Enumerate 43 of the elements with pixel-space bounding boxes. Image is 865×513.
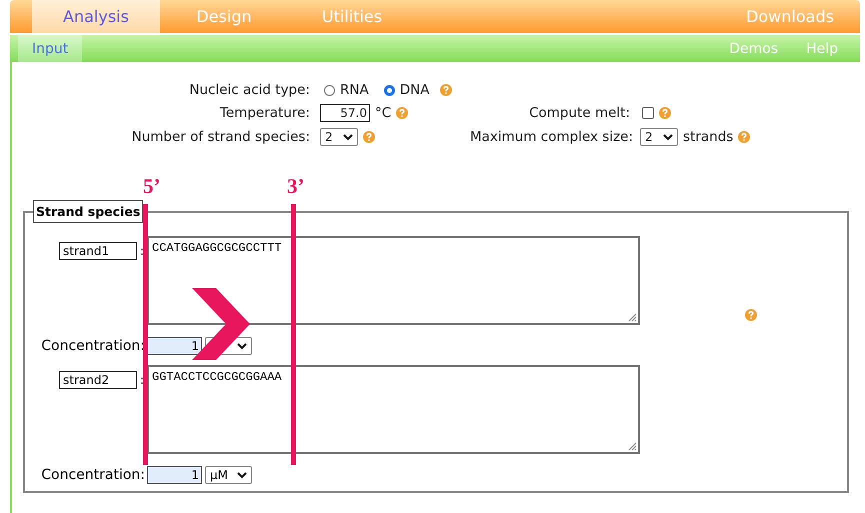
help-icon[interactable] <box>440 84 452 96</box>
strand-name-field[interactable]: strand1 <box>59 242 137 260</box>
radio-label: RNA <box>340 82 369 98</box>
field-label: Maximum complex size: <box>470 129 630 145</box>
checkbox[interactable] <box>642 107 654 119</box>
resize-grip-icon[interactable] <box>628 442 637 451</box>
field-label: Nucleic acid type: <box>188 82 310 98</box>
annotation-label: 3’ <box>287 174 304 199</box>
caret-icon <box>237 472 247 478</box>
unit-label: strands <box>683 129 734 145</box>
caret-icon <box>663 134 673 140</box>
colon-label: : <box>138 373 146 387</box>
panel-legend: Strand species <box>33 200 144 223</box>
strand-count-select[interactable]: 2 <box>320 128 358 146</box>
radio-button[interactable] <box>384 84 395 96</box>
field-label: Compute melt: <box>528 105 630 121</box>
field-label: Concentration: <box>40 338 146 354</box>
chevron-arrow-icon <box>192 288 252 360</box>
help-icon[interactable] <box>745 309 757 321</box>
nav-tab[interactable]: Analysis <box>32 0 160 33</box>
field-label: Temperature: <box>218 105 310 121</box>
unit-select[interactable]: µM <box>205 466 252 484</box>
sequence-field[interactable]: GGTACCTCCGCGCGGAAA <box>147 365 640 454</box>
help-icon[interactable] <box>738 131 750 143</box>
colon-label: : <box>138 244 146 258</box>
caret-icon <box>343 134 353 140</box>
strand-name-field[interactable]: strand2 <box>59 371 137 389</box>
help-icon[interactable] <box>659 107 671 119</box>
resize-grip-icon[interactable] <box>628 313 637 322</box>
radio-label: DNA <box>400 82 430 98</box>
concentration-field[interactable]: 1 <box>147 337 202 355</box>
temperature-field[interactable]: 57.0 <box>320 104 370 122</box>
complex-size-select[interactable]: 2 <box>640 128 678 146</box>
concentration-field[interactable]: 1 <box>147 466 202 484</box>
dropdown-caret-icon[interactable] <box>237 342 247 350</box>
field-label: Number of strand species: <box>130 129 310 145</box>
sequence-field[interactable]: CCATGGAGGCGCGCCTTT <box>147 236 640 325</box>
help-icon[interactable] <box>363 131 375 143</box>
annotation-label: 5’ <box>143 174 160 199</box>
help-icon[interactable] <box>396 107 408 119</box>
field-label: Concentration: <box>40 467 146 483</box>
radio-button[interactable] <box>324 84 335 96</box>
unit-label: °C <box>375 105 392 121</box>
